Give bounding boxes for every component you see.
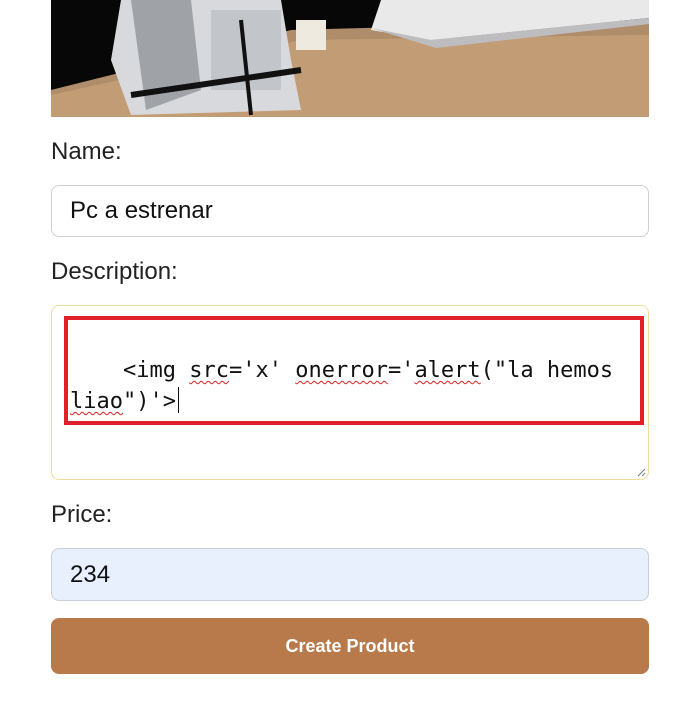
product-image — [51, 0, 649, 117]
price-label: Price: — [51, 501, 113, 528]
price-value: 234 — [70, 560, 111, 588]
price-input[interactable]: 234 — [51, 548, 649, 601]
create-product-button[interactable]: Create Product — [51, 618, 649, 674]
description-label: Description: — [51, 258, 178, 285]
name-value: Pc a estrenar — [70, 197, 213, 224]
description-textarea[interactable]: <img src='x' onerror='alert("la hemos li… — [51, 305, 649, 480]
name-input[interactable]: Pc a estrenar — [51, 185, 649, 237]
highlight-box — [64, 316, 644, 425]
name-label: Name: — [51, 138, 122, 165]
product-photo-graphic — [51, 0, 649, 117]
resize-handle-icon[interactable] — [636, 467, 646, 477]
